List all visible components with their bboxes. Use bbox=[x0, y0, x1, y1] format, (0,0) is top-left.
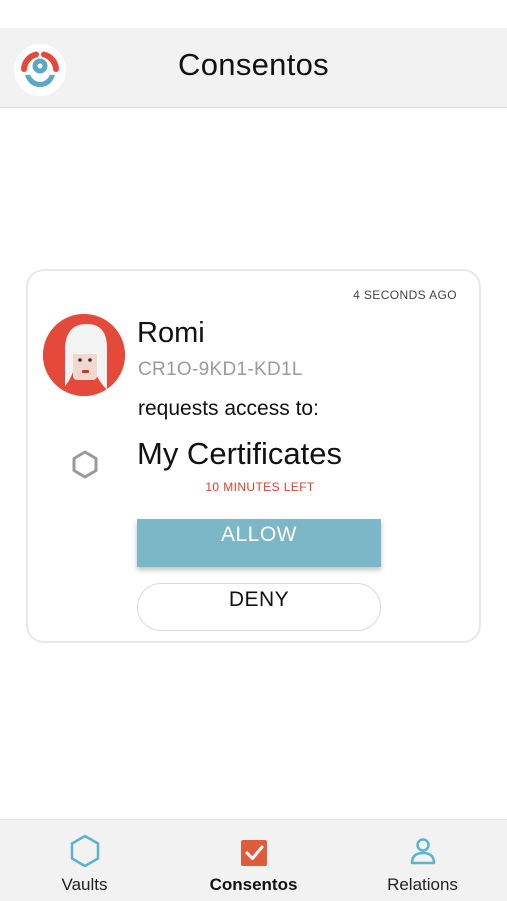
deny-button[interactable]: DENY bbox=[137, 583, 381, 631]
avatar bbox=[43, 314, 125, 396]
page-title: Consentos bbox=[178, 47, 329, 82]
nav-item-consentos[interactable]: Consentos bbox=[169, 820, 338, 901]
nav-label-consentos: Consentos bbox=[209, 875, 298, 894]
nav-item-relations[interactable]: Relations bbox=[338, 820, 507, 901]
hexagon-icon bbox=[70, 449, 100, 479]
allow-button[interactable]: ALLOW bbox=[137, 519, 381, 567]
status-bar bbox=[0, 0, 507, 28]
nav-label-relations: Relations bbox=[387, 875, 458, 894]
bottom-navigation: Vaults Consentos Relations bbox=[0, 819, 507, 901]
hexagon-icon bbox=[69, 834, 101, 873]
requester-name: Romi bbox=[137, 317, 205, 349]
nav-item-vaults[interactable]: Vaults bbox=[0, 820, 169, 901]
app-header: Consentos bbox=[0, 28, 507, 108]
user-icon bbox=[408, 834, 438, 873]
requester-id: CR1O-9KD1-KD1L bbox=[138, 359, 303, 380]
resource-name: My Certificates bbox=[137, 436, 342, 471]
nav-label-vaults: Vaults bbox=[61, 875, 108, 894]
request-timestamp: 4 SECONDS AGO bbox=[353, 288, 457, 302]
consent-request-card: 4 SECONDS AGO Romi CR1O-9KD1-KD1L reques… bbox=[26, 269, 481, 643]
time-left-label: 10 MINUTES LEFT bbox=[205, 480, 315, 494]
checkbox-icon bbox=[239, 834, 269, 873]
request-description: requests access to: bbox=[138, 397, 319, 420]
